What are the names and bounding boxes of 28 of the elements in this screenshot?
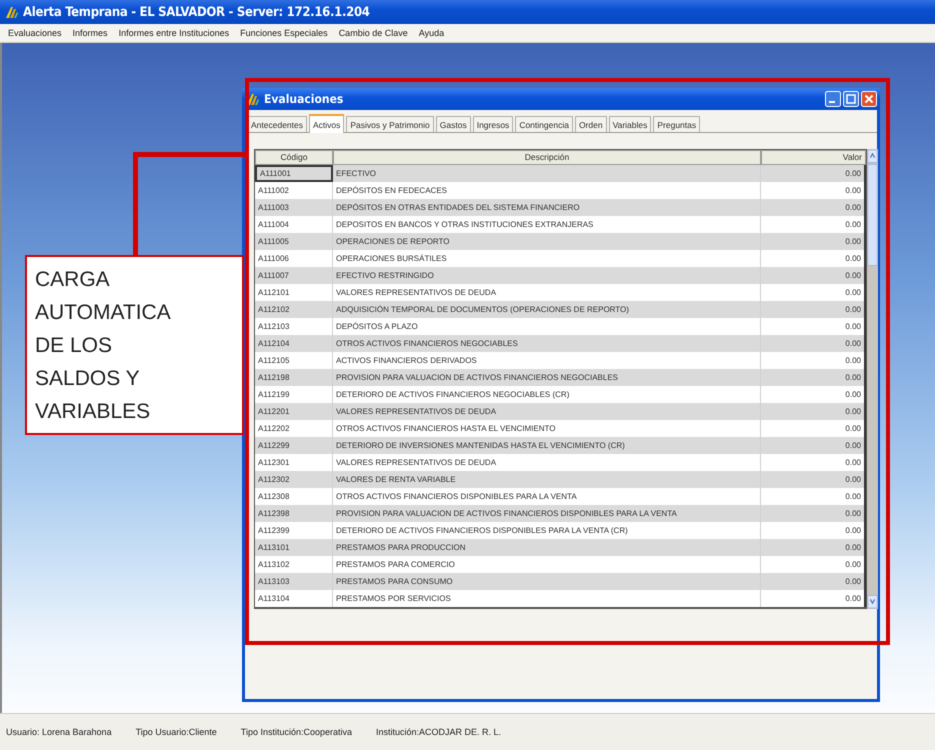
- table-cell[interactable]: A113104: [255, 590, 333, 607]
- table-cell[interactable]: A111001: [255, 165, 333, 182]
- status-text: Institución:ACODJAR DE. R. L.: [376, 727, 502, 737]
- window-title: Alerta Temprana - EL SALVADOR - Server: 172.16.1.204: [23, 4, 370, 20]
- status-text: Usuario: Lorena Barahona: [6, 727, 112, 737]
- tab[interactable]: Contingencia: [515, 116, 573, 132]
- tab[interactable]: Gastos: [436, 116, 471, 132]
- tab[interactable]: Preguntas: [653, 116, 700, 132]
- menu-item[interactable]: Informes entre Instituciones: [118, 28, 230, 38]
- column-header[interactable]: Código: [255, 150, 333, 165]
- window-title: Evaluaciones: [264, 92, 344, 106]
- menu-item[interactable]: Informes: [72, 28, 108, 38]
- menu-item[interactable]: Funciones Especiales: [240, 28, 328, 38]
- table-cell: PRESTAMOS POR SERVICIOS: [333, 590, 761, 607]
- column-header[interactable]: Descripción: [333, 150, 761, 165]
- status-text: Tipo Usuario:Cliente: [136, 727, 217, 737]
- menu-item[interactable]: Evaluaciones: [8, 28, 62, 38]
- tab[interactable]: Pasivos y Patrimonio: [346, 116, 434, 132]
- menu-item[interactable]: Cambio de Clave: [338, 28, 408, 38]
- column-header[interactable]: Valor: [761, 150, 866, 165]
- tab[interactable]: Antecedentes: [247, 116, 307, 132]
- callout-note: CARGA AUTOMATICA DE LOS SALDOS Y VARIABLES: [25, 255, 244, 435]
- status-text: Tipo Institución:Cooperativa: [240, 727, 352, 737]
- tab[interactable]: Ingresos: [472, 116, 514, 132]
- tab[interactable]: Orden: [574, 116, 607, 132]
- tab[interactable]: Variables: [608, 116, 652, 132]
- tab[interactable]: Activos: [308, 114, 344, 133]
- menu-item[interactable]: Ayuda: [418, 28, 444, 38]
